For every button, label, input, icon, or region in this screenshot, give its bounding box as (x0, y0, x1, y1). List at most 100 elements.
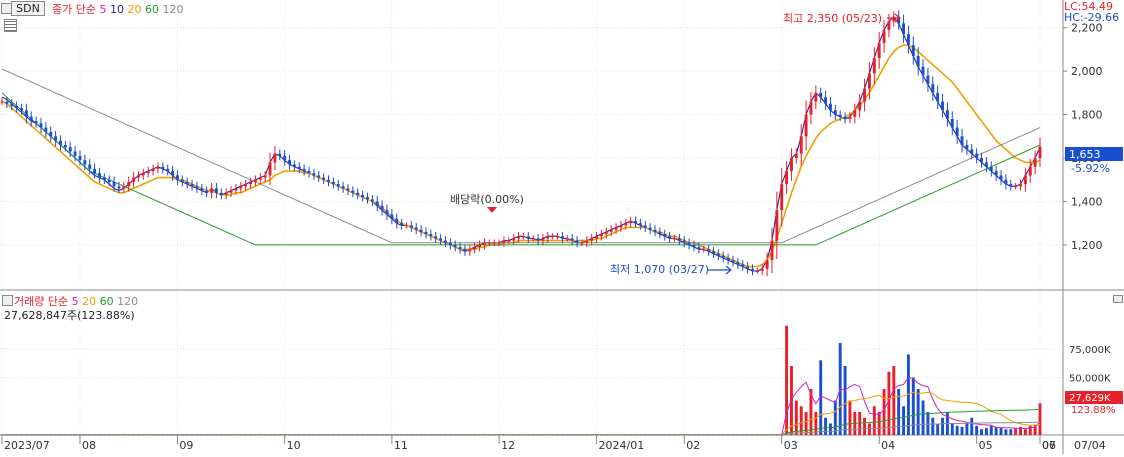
candle-body (400, 223, 404, 226)
candle-body (288, 160, 291, 165)
candle-body (283, 155, 287, 161)
candle-body (102, 177, 106, 180)
volume-bar (833, 400, 837, 435)
volume-bar (960, 426, 964, 435)
x-tick-label: 09 (179, 439, 193, 452)
price-change-label: -5.92% (1071, 162, 1110, 175)
candle-body (492, 242, 496, 244)
volume-bar (1028, 425, 1032, 435)
candle-body (229, 190, 233, 193)
x-axis: 2023/07 08 09 10 11 12 2024/01 02 03 04 05 0607 07/0… (1, 435, 1106, 452)
candle-body (999, 175, 1003, 180)
volume-bar (984, 428, 988, 435)
candle-body (322, 177, 326, 180)
volume-bar (867, 423, 871, 435)
candle-body (858, 101, 862, 111)
candle-body (1038, 146, 1042, 159)
x-tick-label: 08 (82, 439, 96, 452)
volume-bar (824, 417, 828, 435)
price-tick-label: 1,400 (1071, 195, 1103, 208)
candle-body (746, 266, 750, 269)
candle-body (292, 164, 296, 167)
volume-bar (877, 412, 881, 435)
candle-body (980, 158, 983, 163)
candle-body (341, 186, 345, 189)
volume-bar (994, 426, 998, 435)
candle-body (790, 158, 793, 172)
candle-body (521, 236, 525, 238)
candle-body (512, 238, 516, 241)
candle-body (741, 264, 745, 267)
ticker-box[interactable]: SDN (11, 1, 45, 16)
candle-body (911, 45, 915, 56)
candle-body (195, 186, 199, 189)
candle-body (531, 238, 535, 240)
volume-panel-menu-icon[interactable] (2, 295, 13, 306)
candle-body (838, 114, 842, 117)
candle-body (39, 123, 43, 128)
candle-body (132, 177, 136, 182)
x-tick-label: 04 (881, 439, 895, 452)
candle-body (712, 251, 715, 254)
candle-body (916, 55, 920, 67)
candle-body (770, 240, 774, 261)
volume-bar (863, 417, 867, 435)
candle-body (955, 127, 959, 137)
candle-body (551, 236, 555, 238)
candle-body (599, 234, 603, 237)
candle-body (575, 240, 579, 243)
volume-bar (965, 423, 969, 435)
candle-body (926, 75, 930, 85)
candle-body (692, 244, 696, 248)
candle-body (502, 240, 506, 243)
candle-body (585, 240, 589, 243)
candle-body (190, 184, 194, 187)
candle-body (614, 227, 618, 230)
candle-body (487, 242, 491, 244)
candle-body (200, 188, 204, 191)
volume-bar (1038, 403, 1042, 435)
candle-body (799, 136, 803, 154)
candle-body (448, 242, 452, 245)
ma-legend-20: 20 (127, 3, 142, 16)
candle-body (34, 121, 38, 124)
candle-body (736, 262, 740, 265)
candle-body (794, 153, 798, 159)
candle-body (122, 186, 126, 189)
volume-collapse-icon[interactable] (1113, 295, 1123, 303)
candle-body (78, 155, 82, 161)
candle-body (556, 236, 560, 238)
candle-body (814, 92, 818, 102)
grid-toggle-icon[interactable] (4, 19, 17, 32)
candle-body (663, 234, 667, 237)
x-tick-label: 05 (979, 439, 993, 452)
candle-body (307, 171, 311, 174)
candle-body (127, 181, 131, 187)
candle-body (205, 190, 209, 193)
candle-body (643, 225, 647, 228)
x-tick-label: 07 (1042, 439, 1056, 452)
high-annotation: 최고 2,350 (05/23) (783, 12, 882, 25)
candle-body (258, 177, 262, 180)
candle-body (473, 247, 477, 250)
candle-body (638, 223, 642, 226)
candle-body (439, 238, 443, 241)
candle-body (731, 260, 735, 263)
candle-body (356, 192, 360, 195)
candle-body (317, 175, 321, 178)
candle-body (98, 173, 101, 178)
candle-body (370, 199, 374, 202)
volume-bars (0, 325, 1042, 436)
candle-body (175, 175, 179, 180)
volume-bar (970, 417, 974, 435)
candle-body (385, 210, 389, 215)
candle-body (20, 108, 23, 111)
ma-legend-120: 120 (162, 3, 184, 16)
candle-body (136, 175, 140, 178)
candle-body (63, 145, 67, 148)
candle-body (853, 110, 857, 117)
candle-body (682, 240, 686, 243)
candle-body (970, 149, 974, 154)
ma-legend: 종가 단순 5 10 20 60 120 (52, 1, 183, 17)
hc-label: HC:-29.66 (1064, 11, 1120, 24)
